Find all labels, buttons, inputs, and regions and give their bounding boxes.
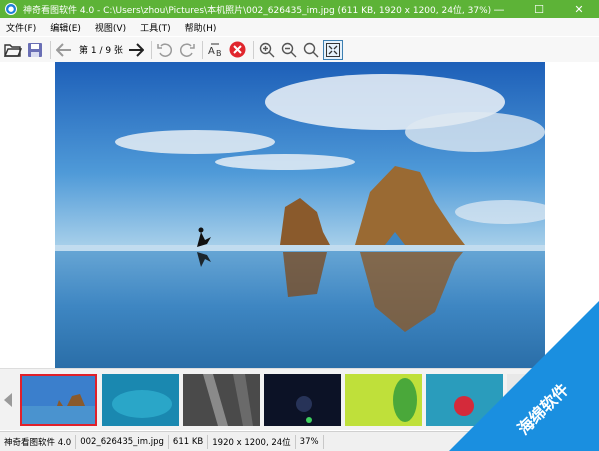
- thumbnail-7[interactable]: [507, 374, 577, 426]
- save-icon: [28, 42, 42, 57]
- thumbnail-4[interactable]: [264, 374, 341, 426]
- menu-view[interactable]: 视图(V): [95, 21, 126, 34]
- fit-window-icon: [325, 42, 340, 57]
- rotate-left-icon: [157, 42, 172, 57]
- zoom-actual-button[interactable]: [301, 40, 321, 60]
- image-viewer[interactable]: [0, 62, 599, 368]
- delete-icon: [229, 41, 246, 58]
- open-folder-button[interactable]: [3, 40, 23, 60]
- zoom-in-icon: [259, 42, 275, 57]
- save-button[interactable]: [25, 40, 45, 60]
- arrow-left-icon: [56, 42, 71, 57]
- svg-text:A: A: [208, 46, 215, 57]
- close-window-button[interactable]: ✕: [559, 0, 599, 18]
- status-app-name: 神奇看图软件 4.0: [0, 434, 77, 449]
- rotate-right-icon: [179, 42, 195, 57]
- zoom-out-icon: [281, 42, 297, 57]
- rename-button[interactable]: AB: [206, 40, 226, 60]
- scroll-left-icon[interactable]: [4, 393, 12, 407]
- minimize-button[interactable]: —: [479, 0, 519, 18]
- menu-tools[interactable]: 工具(T): [140, 21, 171, 34]
- toolbar-separator: [201, 40, 203, 59]
- main-photo: [55, 62, 545, 368]
- status-filesize: 611 KB: [169, 434, 209, 449]
- zoom-out-button[interactable]: [279, 40, 299, 60]
- previous-button[interactable]: [54, 40, 74, 60]
- zoom-in-button[interactable]: [257, 40, 277, 60]
- page-counter: 第 1 / 9 张: [79, 46, 123, 56]
- window-title: 神奇看图软件 4.0 - C:\Users\zhou\Pictures\本机照片…: [23, 5, 492, 16]
- menu-help[interactable]: 帮助(H): [185, 21, 217, 34]
- svg-text:B: B: [216, 49, 222, 58]
- folder-open-icon: [4, 43, 22, 57]
- toolbar-separator: [252, 40, 254, 59]
- toolbar: 第 1 / 9 张 AB: [0, 37, 599, 62]
- zoom-actual-icon: [303, 42, 319, 57]
- next-button[interactable]: [126, 40, 146, 60]
- status-filename: 002_626435_im.jpg: [76, 434, 169, 449]
- toolbar-separator: [150, 40, 152, 59]
- menu-bar: 文件(F) 编辑(E) 视图(V) 工具(T) 帮助(H): [0, 18, 599, 36]
- rename-ab-icon: AB: [208, 43, 222, 58]
- fit-window-button[interactable]: [322, 39, 343, 60]
- thumbnail-6[interactable]: [426, 374, 503, 426]
- thumbnail-2[interactable]: [102, 374, 179, 426]
- thumbnail-1[interactable]: [20, 374, 97, 426]
- thumbnail-5[interactable]: [345, 374, 422, 426]
- status-dimensions: 1920 x 1200, 24位: [208, 434, 296, 449]
- title-bar: ● 神奇看图软件 4.0 - C:\Users\zhou\Pictures\本机…: [0, 0, 599, 18]
- maximize-button[interactable]: ☐: [519, 0, 559, 18]
- rotate-right-button[interactable]: [177, 40, 197, 60]
- thumbnail-3[interactable]: [183, 374, 260, 426]
- thumbnail-strip: [0, 368, 599, 430]
- status-bar: 神奇看图软件 4.0 002_626435_im.jpg 611 KB 1920…: [0, 431, 599, 451]
- toolbar-separator: [50, 40, 51, 59]
- rotate-left-button[interactable]: [155, 40, 175, 60]
- status-zoom: 37%: [296, 434, 324, 449]
- delete-button[interactable]: [228, 40, 248, 60]
- arrow-right-icon: [128, 42, 144, 57]
- app-logo-icon: ●: [5, 3, 17, 15]
- menu-edit[interactable]: 编辑(E): [50, 21, 81, 34]
- menu-file[interactable]: 文件(F): [6, 21, 36, 34]
